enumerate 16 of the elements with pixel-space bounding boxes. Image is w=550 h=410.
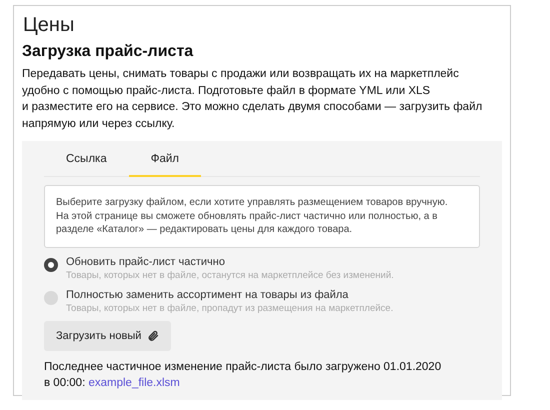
option-hint: Товары, которых нет в файле, пропадут из размещения на маркетплейсе. bbox=[66, 302, 394, 314]
option-label: Обновить прайс-лист частично bbox=[66, 256, 226, 268]
last-change-text: Последнее частичное изменение прайс-листа было загружено 01.01.2020 в 00:00: example_file.xlsm bbox=[44, 360, 442, 391]
file-link[interactable]: example_file.xlsm bbox=[88, 377, 180, 389]
option-hint: Товары, которых нет в файле, останутся на маркетплейсе без изменений. bbox=[66, 270, 394, 280]
info-notice: Выберите загрузку файлом, если хотите управлять размещением товаров вручную. На этой странице вы сможете обновлять прайс-лист частично или полностью, а в разделе «Каталог» — редактировать цены для каждого товара. bbox=[44, 185, 480, 248]
page-title: Цены bbox=[23, 14, 76, 37]
description-text: Передавать цены, снимать товары с продажи или возвращать их на маркетплейс удобно с помощью прайс-листа. Подготовьте файл в формате YML или XLS и разместите его на сервисе. Это можно сделать двумя способами — загрузить файл напрямую или через ссылку. bbox=[22, 67, 484, 132]
radio-button[interactable] bbox=[44, 258, 58, 272]
radio-button[interactable] bbox=[44, 290, 58, 304]
upload-button[interactable]: Загрузить новый bbox=[44, 320, 172, 350]
paperclip-icon bbox=[147, 330, 160, 342]
option-label: Полностью заменить ассортимент на товары из файла bbox=[66, 288, 350, 300]
tab[interactable]: Ссылка bbox=[44, 141, 129, 177]
tab[interactable]: Файл bbox=[128, 141, 201, 177]
section-title: Загрузка прайс-листа bbox=[22, 43, 194, 61]
